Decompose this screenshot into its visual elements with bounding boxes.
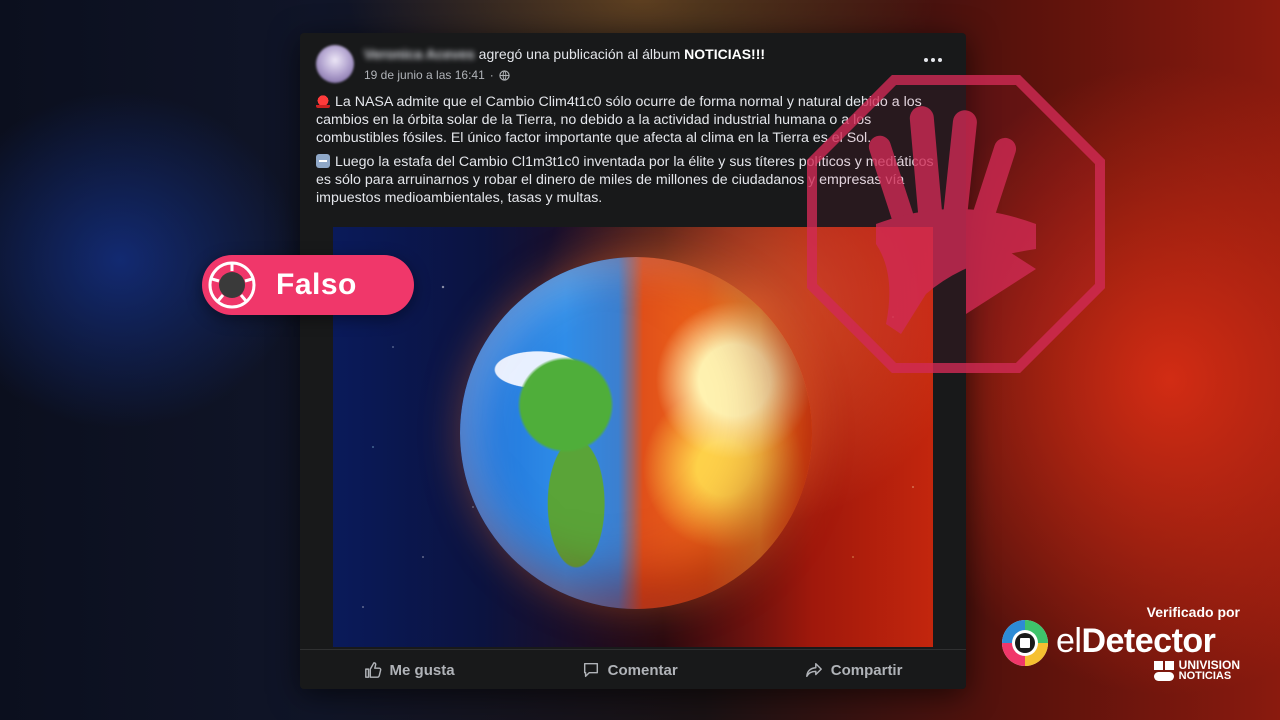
avatar[interactable] (316, 45, 354, 83)
more-options-icon[interactable] (922, 55, 944, 65)
post-meta: 19 de junio a las 16:41 · (364, 68, 510, 82)
like-button[interactable]: Me gusta (344, 655, 475, 685)
share-button[interactable]: Compartir (785, 655, 923, 685)
earth-image (460, 257, 812, 609)
action-text: agregó una publicación al álbum (478, 46, 681, 62)
stop-hand-icon (807, 75, 1105, 373)
thumbs-up-icon (364, 662, 381, 678)
univision-noticias-logo: UNIVISION NOTICIAS (1153, 659, 1240, 682)
brand-block: Verificado por elDetector UNIVISION NOTI… (1000, 604, 1240, 694)
siren-icon (316, 94, 330, 108)
timestamp[interactable]: 19 de junio a las 16:41 (364, 68, 485, 82)
post-header-line: Veronica Aceves agregó una publicación a… (364, 46, 765, 62)
arrow-right-icon (316, 154, 330, 168)
comment-icon (583, 662, 598, 678)
album-link[interactable]: NOTICIAS!!! (684, 46, 765, 62)
globe-icon (499, 69, 510, 81)
rating-dial-icon (206, 259, 258, 311)
el-detector-wordmark: elDetector (1056, 622, 1216, 660)
comment-label: Comentar (607, 661, 678, 679)
comment-button[interactable]: Comentar (562, 655, 698, 685)
share-label: Compartir (830, 661, 903, 679)
like-label: Me gusta (389, 661, 455, 679)
false-rating-badge: Falso (202, 255, 414, 315)
verified-by-text: Verificado por (1146, 604, 1240, 620)
el-detector-logo-icon (1002, 620, 1048, 666)
author-name[interactable]: Veronica Aceves (364, 46, 475, 62)
post-actions-bar: Me gusta Comentar Compartir (300, 649, 966, 689)
univision-icon (1153, 661, 1174, 681)
share-icon (805, 662, 822, 678)
rating-label: Falso (276, 268, 357, 301)
